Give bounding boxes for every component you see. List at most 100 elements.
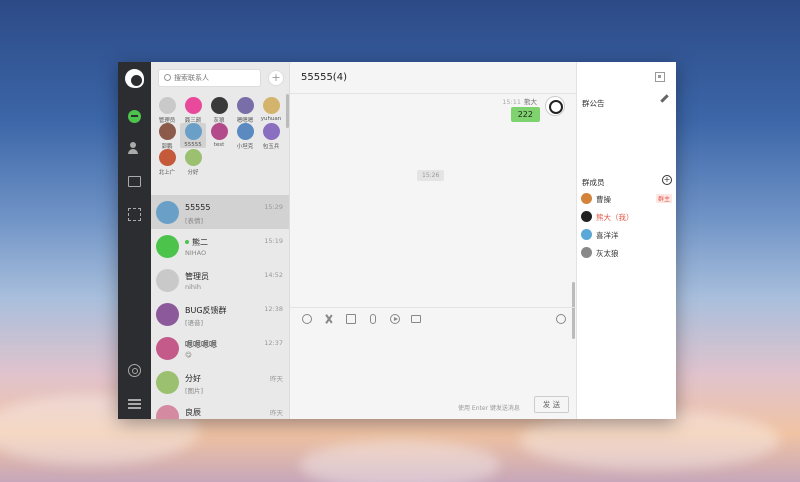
recent-contact[interactable]: test bbox=[206, 123, 232, 148]
avatar bbox=[581, 229, 592, 240]
folder-nav-icon[interactable] bbox=[128, 176, 141, 187]
avatar bbox=[184, 97, 202, 114]
avatar bbox=[581, 193, 592, 204]
avatar bbox=[236, 97, 254, 114]
conversation-item[interactable]: 良辰nihiho昨天 bbox=[151, 399, 289, 419]
avatar bbox=[158, 97, 176, 114]
owner-badge: 群主 bbox=[655, 194, 672, 203]
recent-contact-name: 55555 bbox=[184, 142, 202, 148]
recent-contact[interactable]: 郭鹏 bbox=[154, 123, 180, 150]
avatar bbox=[156, 337, 179, 360]
conversation-name-text: 良辰 bbox=[185, 408, 201, 417]
recent-contact[interactable]: 嗯嗯嗯 bbox=[232, 97, 258, 124]
recent-contact[interactable]: 北上广 bbox=[154, 149, 180, 176]
member-name: 灰太狼 bbox=[596, 249, 619, 258]
recent-contact[interactable]: 灰狼 bbox=[206, 97, 232, 124]
conversation-time: 15:19 bbox=[264, 237, 283, 245]
avatar bbox=[156, 201, 179, 224]
chat-header: 55555(4) bbox=[290, 62, 576, 94]
nav-rail bbox=[118, 62, 151, 419]
members-title: 群成员 bbox=[582, 178, 605, 187]
avatar bbox=[184, 123, 202, 140]
conversation-name-text: 55555 bbox=[185, 203, 211, 212]
avatar bbox=[210, 123, 228, 140]
message-meta: 15:11 熊大 bbox=[502, 96, 537, 106]
search-input[interactable] bbox=[174, 72, 258, 84]
conversation-item[interactable]: BUG反馈群 [语音] 12:38 bbox=[151, 297, 289, 331]
recent-contact[interactable]: 分好 bbox=[180, 149, 206, 176]
conversation-item[interactable]: 55555 [表情] 15:29 bbox=[151, 195, 289, 229]
conversation-item[interactable]: 管理员 nihih 14:52 bbox=[151, 263, 289, 297]
conversation-name-text: 嗯嗯嗯嗯 bbox=[185, 340, 217, 349]
member-item[interactable]: 曹操 群主 bbox=[581, 192, 675, 206]
chat-panel: 55555(4) 15:11 熊大 222 15:26 使用 Enter 键发送消… bbox=[290, 62, 576, 419]
microphone-icon[interactable] bbox=[370, 314, 376, 324]
add-member-button[interactable]: + bbox=[662, 175, 672, 185]
image-icon[interactable] bbox=[346, 314, 356, 324]
online-dot-icon bbox=[185, 240, 189, 244]
conversation-name: 嗯嗯嗯嗯 bbox=[185, 339, 217, 350]
input-toolbar bbox=[290, 307, 576, 329]
message-bubble[interactable]: 222 bbox=[510, 107, 540, 122]
contacts-panel: + 管理员聂三颜灰狼嗯嗯嗯yuhuan郭鹏55555test小坦克包玉兵北上广分… bbox=[151, 62, 290, 419]
recent-contact[interactable]: 小坦克 bbox=[232, 123, 258, 150]
search-box[interactable] bbox=[158, 69, 261, 87]
member-item[interactable]: 熊大（我） bbox=[581, 210, 675, 224]
conversation-time: 14:52 bbox=[264, 271, 283, 279]
conversation-name: 55555 bbox=[185, 203, 210, 212]
recent-contact-name: 包玉兵 bbox=[262, 144, 280, 150]
edit-icon[interactable] bbox=[660, 94, 669, 103]
avatar bbox=[262, 97, 280, 114]
message-area: 15:11 熊大 222 15:26 bbox=[290, 94, 576, 339]
chat-app-window: + 管理员聂三颜灰狼嗯嗯嗯yuhuan郭鹏55555test小坦克包玉兵北上广分… bbox=[118, 62, 676, 419]
recent-contact-name: test bbox=[213, 142, 225, 148]
emoji-icon[interactable] bbox=[302, 314, 312, 324]
member-name: 熊大（我） bbox=[596, 213, 634, 222]
recent-contact[interactable]: 聂三颜 bbox=[180, 97, 206, 124]
video-icon[interactable] bbox=[390, 314, 400, 324]
recent-contact[interactable]: 55555 bbox=[180, 123, 206, 148]
member-name: 曹操 bbox=[596, 195, 611, 204]
conversation-name-text: BUG反馈群 bbox=[185, 306, 227, 315]
scissors-icon[interactable] bbox=[324, 314, 334, 324]
conversation-name: 熊二 bbox=[185, 237, 208, 248]
chat-title: 55555(4) bbox=[301, 72, 347, 83]
conversation-time: 12:38 bbox=[264, 305, 283, 313]
recent-contact[interactable]: 包玉兵 bbox=[258, 123, 284, 150]
conversation-time: 12:37 bbox=[264, 339, 283, 347]
sliders-icon[interactable] bbox=[128, 397, 141, 410]
avatar bbox=[184, 149, 202, 166]
settings-icon[interactable] bbox=[128, 364, 141, 377]
announcement-title: 群公告 bbox=[582, 99, 605, 108]
conversation-item[interactable]: 分好 [图片] 昨天 bbox=[151, 365, 289, 399]
contacts-scrollbar[interactable] bbox=[286, 94, 289, 128]
recent-contact-name: 北上广 bbox=[158, 170, 176, 176]
qr-code-icon[interactable] bbox=[655, 72, 665, 82]
member-item[interactable]: 灰太狼 bbox=[581, 246, 675, 260]
recent-contact[interactable]: yuhuan bbox=[258, 97, 284, 122]
search-icon bbox=[164, 74, 171, 81]
conversation-name: 管理员 bbox=[185, 271, 209, 282]
history-clock-icon[interactable] bbox=[556, 314, 566, 324]
avatar bbox=[156, 371, 179, 394]
time-separator: 15:26 bbox=[417, 170, 445, 181]
my-avatar[interactable] bbox=[545, 96, 565, 116]
folder-icon[interactable] bbox=[411, 315, 421, 323]
chat-nav-icon[interactable] bbox=[128, 110, 141, 123]
conversation-preview: NIHAO bbox=[185, 249, 207, 257]
avatar bbox=[156, 303, 179, 326]
avatar bbox=[262, 123, 280, 140]
send-button[interactable]: 发 送 bbox=[534, 396, 569, 413]
recent-contact-name: 小坦克 bbox=[236, 144, 254, 150]
recent-contact-name: 分好 bbox=[187, 170, 199, 176]
scan-nav-icon[interactable] bbox=[128, 208, 141, 221]
recent-contact[interactable]: 管理员 bbox=[154, 97, 180, 124]
member-item[interactable]: 喜洋洋 bbox=[581, 228, 675, 242]
conversation-item[interactable]: 熊二 NIHAO 15:19 bbox=[151, 229, 289, 263]
conversation-item[interactable]: 嗯嗯嗯嗯 😋 12:37 bbox=[151, 331, 289, 365]
conversation-preview: 😋 bbox=[185, 351, 192, 359]
avatar bbox=[156, 235, 179, 258]
avatar bbox=[236, 123, 254, 140]
add-contact-button[interactable]: + bbox=[268, 70, 284, 86]
contacts-nav-icon[interactable] bbox=[128, 142, 141, 155]
